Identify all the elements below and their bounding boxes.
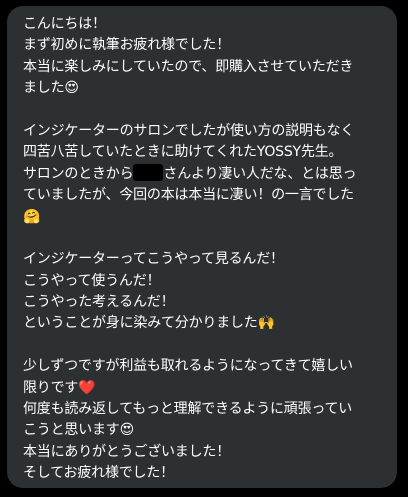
message-line: こうと思います😍	[23, 420, 393, 441]
message-line: ていましたが、今回の本は本当に凄い！の一言でした	[23, 187, 354, 204]
message-line: こうやって使うんだ！	[23, 272, 161, 289]
message-line: こうやった考えるんだ！	[23, 294, 175, 311]
red-heart-emoji-icon: ❤️	[78, 379, 96, 396]
message-text-segment: 限りです	[23, 379, 79, 396]
message-text-segment: サロンのときから	[23, 165, 134, 182]
message-line: ということが身に染みて分かりました🙌	[23, 313, 393, 334]
message-line: 🤗	[23, 207, 393, 228]
message-text-segment: ということが身に染みて分かりました	[23, 315, 258, 332]
message-line: 限りです❤️	[23, 378, 393, 399]
heart-eyes-emoji-icon: 😍	[119, 422, 135, 439]
message-line: インジケーターのサロンでしたが使い方の説明もなく	[23, 122, 355, 139]
message-line: 何度も読み返してもっと理解できるように頑張ってい	[23, 401, 353, 418]
raised-hands-emoji-icon: 🙌	[257, 315, 275, 332]
message-line: ました😍	[23, 78, 393, 99]
message-line: 本当にありがとうございました！	[23, 443, 230, 460]
message-line: そしてお疲れ様でした！	[23, 465, 174, 482]
message-line: サロンのときから さんより凄い人だな、とは思っ	[23, 163, 393, 185]
hugging-emoji-icon: 🤗	[23, 208, 41, 225]
message-line: インジケーターってこうやって見るんだ！	[23, 251, 284, 268]
message-line: 本当に楽しみにしていたので、即購入させていただき	[23, 58, 354, 75]
redacted-name	[133, 163, 164, 181]
message-text-segment: ました	[23, 80, 65, 97]
message-text: こんにちは！ まず初めに執筆お疲れ様でした！ 本当に楽しみにしていたので、即購入…	[23, 14, 393, 485]
message-line: 少しずつですが利益も取れるようになってきて嬉しい	[23, 358, 353, 375]
message-text-segment: こうと思います	[23, 422, 120, 439]
message-bubble[interactable]: こんにちは！ まず初めに執筆お疲れ様でした！ 本当に楽しみにしていたので、即購入…	[7, 6, 397, 488]
message-line: まず初めに執筆お疲れ様でした！	[23, 37, 230, 54]
message-line: こんにちは！	[23, 16, 106, 32]
message-line: 四苦八苦していたときに助けてくれたYOSSY先生。	[23, 144, 343, 161]
message-text-segment: さんより凄い人だな、とは思っ	[163, 165, 357, 182]
heart-eyes-emoji-icon: 😍	[64, 80, 79, 97]
